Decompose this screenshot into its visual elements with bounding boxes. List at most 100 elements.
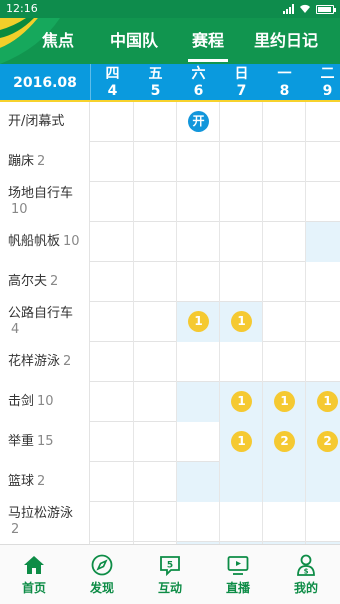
schedule-row[interactable]: 高尔夫 2 (0, 262, 340, 302)
schedule-cell[interactable] (306, 102, 340, 142)
nav-mine[interactable]: $ 我的 (272, 545, 340, 604)
tab-china-team[interactable]: 中国队 (104, 18, 164, 64)
schedule-cell[interactable] (263, 502, 306, 542)
schedule-cell[interactable] (134, 222, 177, 262)
schedule-cell[interactable]: 1 (263, 382, 306, 422)
schedule-cell[interactable] (177, 142, 220, 182)
schedule-row[interactable]: 公路自行车4 1 1 (0, 302, 340, 342)
schedule-cell[interactable] (91, 342, 134, 382)
tab-rio-diary[interactable]: 里约日记 (250, 18, 322, 64)
schedule-cell[interactable] (220, 142, 263, 182)
schedule-cell[interactable] (263, 222, 306, 262)
schedule-cell[interactable] (263, 342, 306, 382)
schedule-cell[interactable] (220, 342, 263, 382)
schedule-cell[interactable] (306, 182, 340, 222)
schedule-cell[interactable] (91, 182, 134, 222)
schedule-cell[interactable] (306, 502, 340, 542)
schedule-cell[interactable] (263, 142, 306, 182)
schedule-cell[interactable]: 1 (220, 382, 263, 422)
day-column[interactable]: 六 6 (177, 64, 220, 102)
schedule-cell[interactable] (134, 182, 177, 222)
schedule-cell[interactable] (177, 222, 220, 262)
schedule-cell[interactable] (306, 142, 340, 182)
schedule-cell[interactable] (177, 422, 220, 462)
schedule-cell[interactable]: 2 (306, 422, 340, 462)
schedule-cell[interactable] (220, 262, 263, 302)
schedule-row[interactable]: 马拉松游泳2 (0, 502, 340, 542)
tab-schedule[interactable]: 赛程 (184, 18, 232, 64)
schedule-row[interactable]: 蹦床 2 (0, 142, 340, 182)
schedule-cell[interactable] (91, 502, 134, 542)
schedule-cell[interactable] (91, 262, 134, 302)
schedule-cell[interactable]: 1 (220, 302, 263, 342)
gold-medal-badge[interactable]: 2 (274, 431, 295, 452)
schedule-cell[interactable]: 1 (177, 302, 220, 342)
schedule-cell[interactable] (220, 182, 263, 222)
schedule-cell[interactable]: 2 (263, 422, 306, 462)
schedule-cell[interactable] (177, 502, 220, 542)
gold-medal-badge[interactable]: 1 (274, 391, 295, 412)
schedule-cell[interactable] (263, 302, 306, 342)
schedule-cell[interactable] (91, 422, 134, 462)
schedule-cell[interactable]: 开 (177, 102, 220, 142)
gold-medal-badge[interactable]: 1 (317, 391, 338, 412)
nav-home[interactable]: 首页 (0, 545, 68, 604)
schedule-cell[interactable] (134, 102, 177, 142)
schedule-cell[interactable] (134, 502, 177, 542)
schedule-cell[interactable] (263, 102, 306, 142)
schedule-row[interactable]: 场地自行车10 (0, 182, 340, 222)
schedule-row[interactable]: 篮球 2 (0, 462, 340, 502)
schedule-cell[interactable] (177, 342, 220, 382)
day-column[interactable]: 日 7 (220, 64, 263, 102)
ceremony-badge[interactable]: 开 (188, 111, 209, 132)
gold-medal-badge[interactable]: 2 (317, 431, 338, 452)
schedule-cell[interactable] (134, 262, 177, 302)
schedule-row[interactable]: 开/闭幕式 开 (0, 102, 340, 142)
schedule-cell[interactable] (91, 102, 134, 142)
day-column[interactable]: 四 4 (91, 64, 134, 102)
schedule-cell[interactable] (263, 182, 306, 222)
schedule-cell[interactable] (263, 262, 306, 302)
schedule-cell[interactable] (134, 342, 177, 382)
schedule-cell[interactable]: 1 (306, 382, 340, 422)
schedule-cell[interactable] (91, 302, 134, 342)
schedule-cell[interactable] (306, 342, 340, 382)
gold-medal-badge[interactable]: 1 (231, 431, 252, 452)
schedule-row[interactable]: 击剑 10 1 1 1 (0, 382, 340, 422)
schedule-cell[interactable] (91, 382, 134, 422)
schedule-cell[interactable] (220, 102, 263, 142)
gold-medal-badge[interactable]: 1 (188, 311, 209, 332)
schedule-cell[interactable]: 1 (220, 422, 263, 462)
day-column[interactable]: 五 5 (134, 64, 177, 102)
gold-medal-badge[interactable]: 1 (231, 311, 252, 332)
nav-discover[interactable]: 发现 (68, 545, 136, 604)
schedule-row[interactable]: 帆船帆板 10 (0, 222, 340, 262)
gold-medal-badge[interactable]: 1 (231, 391, 252, 412)
schedule-cell[interactable] (220, 222, 263, 262)
schedule-cell[interactable] (134, 142, 177, 182)
schedule-cell[interactable] (306, 462, 340, 502)
schedule-row[interactable]: 举重 15 1 2 2 (0, 422, 340, 462)
schedule-cell[interactable] (91, 142, 134, 182)
schedule-cell[interactable] (306, 302, 340, 342)
tab-focus[interactable]: 焦点 (34, 18, 82, 64)
schedule-row[interactable]: 花样游泳 2 (0, 342, 340, 382)
schedule-cell[interactable] (134, 422, 177, 462)
schedule-cell[interactable] (220, 502, 263, 542)
schedule-cell[interactable] (306, 222, 340, 262)
day-column[interactable]: 二 9 (306, 64, 340, 102)
schedule-cell[interactable] (91, 222, 134, 262)
schedule-cell[interactable] (306, 262, 340, 302)
nav-live[interactable]: 直播 (204, 545, 272, 604)
schedule-cell[interactable] (220, 462, 263, 502)
schedule-cell[interactable] (177, 262, 220, 302)
nav-interact[interactable]: 5 互动 (136, 545, 204, 604)
schedule-cell[interactable] (134, 462, 177, 502)
day-column[interactable]: 一 8 (263, 64, 306, 102)
schedule-cell[interactable] (134, 302, 177, 342)
schedule-cell[interactable] (91, 462, 134, 502)
schedule-cell[interactable] (263, 462, 306, 502)
schedule-cell[interactable] (177, 182, 220, 222)
schedule-cell[interactable] (177, 462, 220, 502)
schedule-cell[interactable] (134, 382, 177, 422)
